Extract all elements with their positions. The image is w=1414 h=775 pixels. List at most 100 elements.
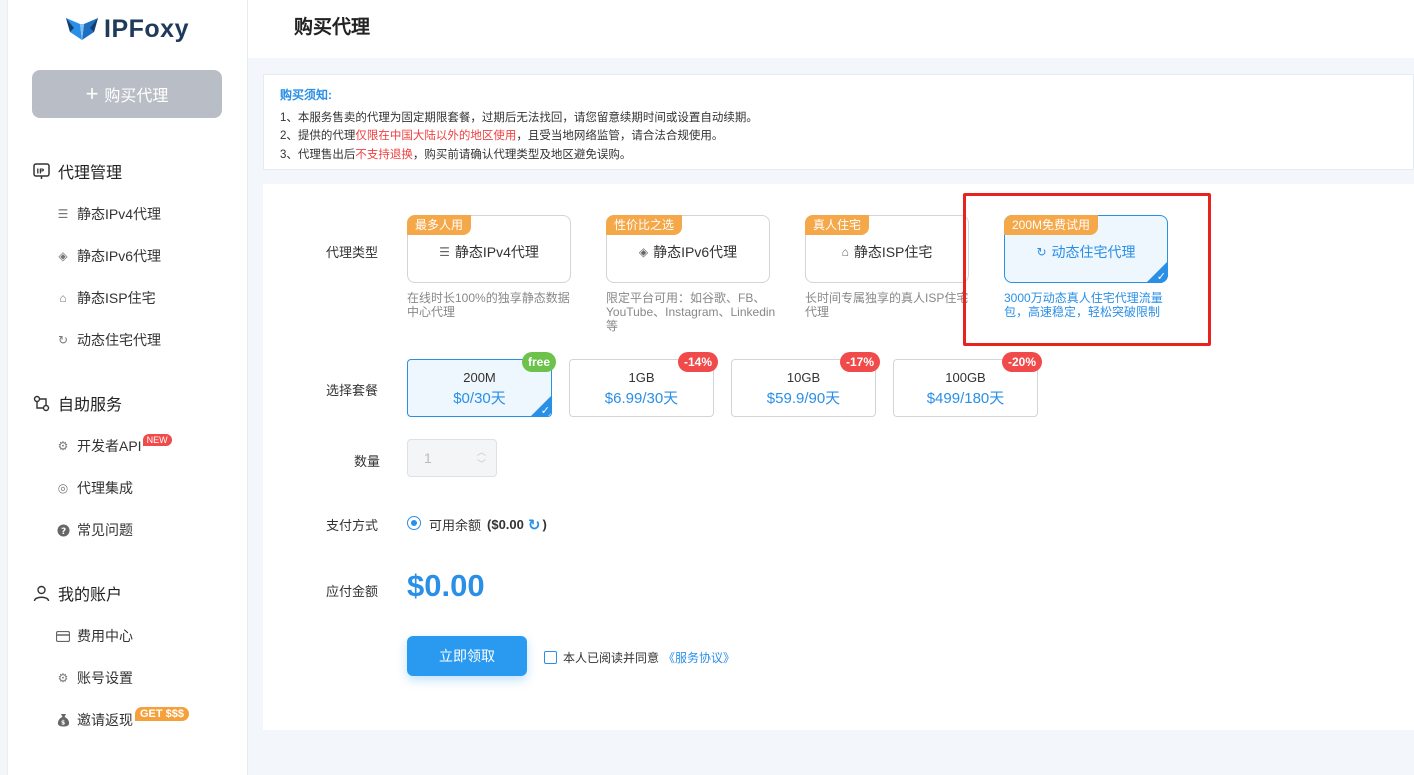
package-price: $6.99/30天: [604, 390, 679, 407]
package-200m[interactable]: 200M $0/30天 free ✓: [407, 352, 556, 417]
type-tag: 真人住宅: [805, 215, 870, 235]
notice-warning-text: 仅限在中国大陆以外的地区使用: [355, 130, 517, 142]
quantity-stepper[interactable]: ︿﹀: [407, 439, 497, 477]
sidebar-item-developer-api[interactable]: ⚙ 开发者API NEW: [56, 434, 172, 456]
package-name: 1GB: [628, 370, 655, 385]
nav-group-label: 自助服务: [58, 397, 123, 414]
sidebar-item-static-isp[interactable]: ⌂ 静态ISP住宅: [56, 288, 156, 308]
notice-text: ，且受当地网络监管，请合法合规使用。: [516, 130, 724, 142]
package-badge: -20%: [1001, 352, 1042, 372]
package-label: 选择套餐: [326, 383, 379, 398]
refresh-icon: ↻: [57, 333, 69, 347]
package-name: 10GB: [786, 370, 821, 385]
type-tag: 200M免费试用: [1004, 215, 1099, 235]
buy-proxy-label: 购买代理: [104, 88, 169, 105]
connect-icon: [32, 394, 50, 412]
sidebar-item-label: 静态IPv4代理: [77, 206, 162, 222]
nav-group-label: 我的账户: [58, 587, 123, 604]
package-name: 100GB: [945, 370, 986, 385]
money-bag-icon: $: [56, 713, 70, 727]
user-icon: [32, 584, 50, 602]
type-label-text: 静态IPv4代理: [454, 244, 539, 260]
package-name: 200M: [463, 370, 496, 385]
package-1gb[interactable]: 1GB $6.99/30天 -14%: [569, 352, 718, 417]
proxy-type-label: 代理类型: [326, 245, 379, 260]
type-label-text: 动态住宅代理: [1051, 244, 1136, 260]
refresh-icon: ↻: [1036, 245, 1047, 259]
notice-line-2: 2、提供的代理仅限在中国大陆以外的地区使用，且受当地网络监管，请合法合规使用。: [280, 127, 723, 143]
sidebar-item-label: 静态ISP住宅: [77, 290, 156, 306]
sidebar-edge: [0, 0, 8, 775]
agree-checkbox[interactable]: [544, 651, 557, 664]
page-title: 购买代理: [294, 17, 371, 38]
selected-check-icon: ✓: [1146, 261, 1168, 283]
api-icon: ⚙: [57, 439, 69, 453]
page-header: 购买代理: [248, 0, 1414, 58]
quantity-input[interactable]: [408, 440, 468, 476]
logo[interactable]: IPFoxy: [64, 14, 189, 44]
home-icon: ⌂: [841, 245, 849, 259]
sidebar-item-static-ipv6[interactable]: ◈ 静态IPv6代理: [56, 246, 161, 266]
svg-text:IP: IP: [36, 167, 44, 175]
sidebar-item-referral[interactable]: $ 邀请返现 GET $$$: [56, 707, 190, 730]
nav-group-my-account: 我的账户: [32, 581, 122, 605]
amount-label: 应付金额: [326, 584, 379, 599]
balance-close: ): [542, 517, 547, 532]
new-badge: NEW: [142, 434, 172, 446]
buy-proxy-button[interactable]: + 购买代理: [32, 70, 222, 118]
layers-icon: ◈: [58, 249, 68, 263]
get-money-badge: GET $$$: [135, 707, 190, 721]
package-badge: -17%: [839, 352, 880, 372]
stepper-arrows-icon[interactable]: ︿ ﹀: [477, 446, 486, 470]
agree-text: 本人已阅读并同意: [563, 651, 660, 665]
sidebar-item-dynamic-residential[interactable]: ↻ 动态住宅代理: [56, 330, 161, 350]
card-icon: [56, 629, 70, 643]
proxy-type-static-isp[interactable]: 真人住宅 ⌂ 静态ISP住宅: [805, 215, 969, 283]
package-badge: free: [521, 352, 556, 372]
package-100gb[interactable]: 100GB $499/180天 -20%: [893, 352, 1042, 417]
sidebar: IPFoxy + 购买代理 IP 代理管理 ☰ 静态IPv4代理 ◈ 静态IPv…: [0, 0, 248, 775]
sidebar-item-proxy-integration[interactable]: ◎ 代理集成: [56, 478, 133, 498]
package-price: $499/180天: [926, 390, 1005, 407]
package-10gb[interactable]: 10GB $59.9/90天 -17%: [731, 352, 880, 417]
payment-option-label: 可用余额: [429, 518, 482, 533]
sidebar-item-faq[interactable]: ? 常见问题: [56, 520, 133, 540]
selected-check-icon: ✓: [530, 395, 552, 417]
type-label: ◈ 静态IPv6代理: [607, 242, 769, 262]
nav-group-self-service: 自助服务: [32, 391, 122, 415]
quantity-label: 数量: [354, 454, 381, 469]
layers-icon: ◈: [638, 245, 649, 259]
payment-option[interactable]: 可用余额 ($0.00 ↻ ): [429, 515, 547, 534]
proxy-type-static-ipv6[interactable]: 性价比之选 ◈ 静态IPv6代理: [606, 215, 770, 283]
sidebar-item-billing[interactable]: 费用中心: [56, 626, 133, 646]
sidebar-item-label: 常见问题: [77, 522, 133, 538]
type-label: ↻ 动态住宅代理: [1005, 242, 1167, 262]
amount-value: $0.00: [407, 568, 485, 603]
purchase-notice: 购买须知: 1、本服务售卖的代理为固定期限套餐，过期后无法找回，请您留意续期时间…: [263, 74, 1414, 170]
sidebar-item-account-settings[interactable]: ⚙ 账号设置: [56, 668, 133, 688]
type-description: 在线时长100%的独享静态数据中心代理: [407, 291, 570, 319]
type-label-text: 静态ISP住宅: [853, 244, 933, 260]
sidebar-item-label: 代理集成: [77, 480, 133, 496]
payment-label: 支付方式: [326, 518, 379, 533]
balance-value: ($0.00: [487, 517, 524, 532]
nav-group-proxy-management: IP 代理管理: [32, 159, 122, 183]
sidebar-item-label: 动态住宅代理: [77, 332, 161, 348]
plus-icon: +: [85, 81, 99, 106]
claim-button[interactable]: 立即领取: [407, 636, 527, 676]
question-icon: ?: [56, 523, 70, 537]
package-price: $59.9/90天: [766, 390, 841, 407]
gear-icon: ⚙: [57, 671, 69, 685]
refresh-icon[interactable]: ↻: [528, 516, 541, 534]
service-agreement-link[interactable]: 《服务协议》: [663, 649, 735, 666]
type-label: ⌂ 静态ISP住宅: [806, 242, 968, 262]
sidebar-item-label: 开发者API: [77, 438, 142, 454]
sidebar-item-static-ipv4[interactable]: ☰ 静态IPv4代理: [56, 204, 161, 224]
proxy-type-dynamic-residential[interactable]: 200M免费试用 ↻ 动态住宅代理 ✓: [1004, 215, 1168, 283]
nav-group-label: 代理管理: [58, 165, 123, 182]
notice-line-3: 3、代理售出后不支持退换，购买前请确认代理类型及地区避免误购。: [280, 146, 631, 162]
type-tag: 性价比之选: [606, 215, 683, 235]
notice-text: 2、提供的代理: [280, 130, 356, 142]
proxy-type-static-ipv4[interactable]: 最多人用 ☰ 静态IPv4代理: [407, 215, 571, 283]
balance-radio[interactable]: [407, 516, 421, 530]
